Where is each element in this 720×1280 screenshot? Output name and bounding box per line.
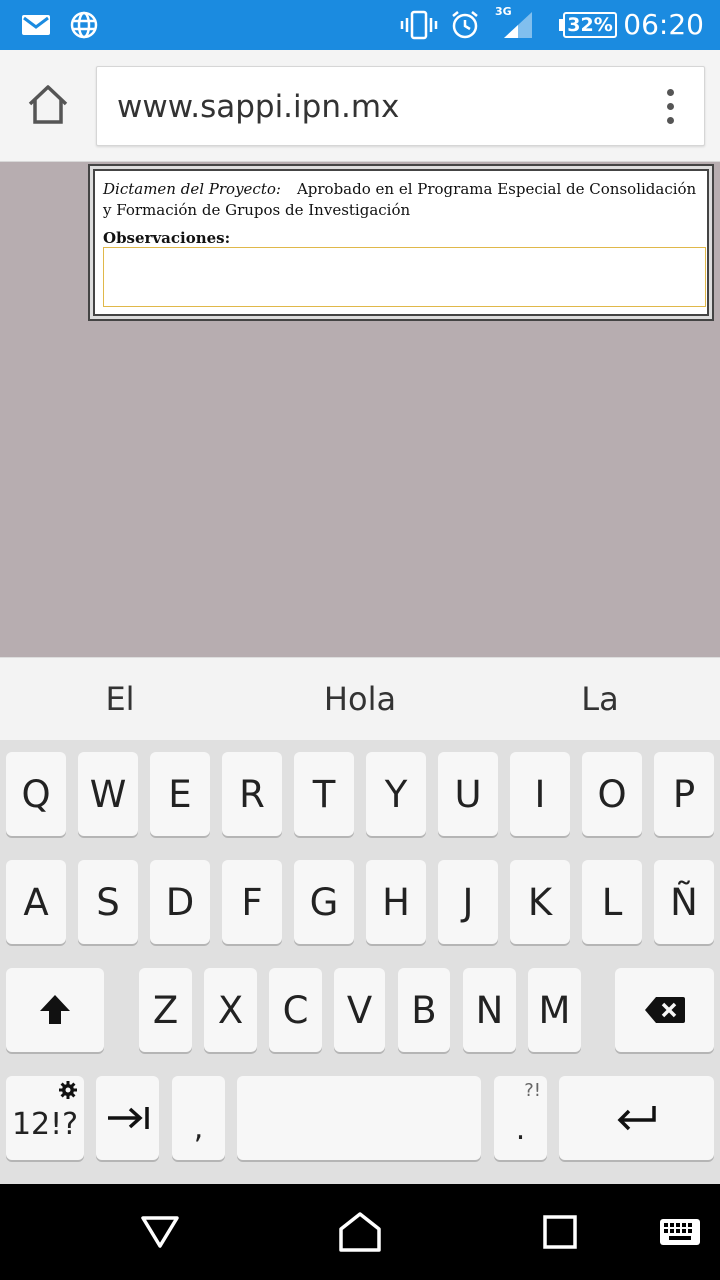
- back-icon: [141, 1216, 179, 1248]
- key-r[interactable]: R: [222, 752, 282, 836]
- battery-percent: 32%: [567, 14, 613, 36]
- dictamen-label: Dictamen del Proyecto:: [103, 180, 281, 198]
- key-k[interactable]: K: [510, 860, 570, 944]
- recents-icon: [543, 1215, 577, 1249]
- signal-icon: [502, 0, 534, 50]
- key-o[interactable]: O: [582, 752, 642, 836]
- key-x[interactable]: X: [204, 968, 257, 1052]
- key-q[interactable]: Q: [6, 752, 66, 836]
- key-g[interactable]: G: [294, 860, 354, 944]
- symbols-key-label: 12!?: [11, 1106, 79, 1142]
- key-u[interactable]: U: [438, 752, 498, 836]
- project-frame: Dictamen del Proyecto: Aprobado en el Pro…: [88, 164, 714, 321]
- back-button[interactable]: [120, 1184, 200, 1280]
- observaciones-label: Observaciones:: [103, 229, 231, 247]
- tab-icon: [107, 1107, 149, 1129]
- key-b[interactable]: B: [398, 968, 450, 1052]
- backspace-key[interactable]: [615, 968, 714, 1052]
- key-e[interactable]: E: [150, 752, 210, 836]
- key-t[interactable]: T: [294, 752, 354, 836]
- key-n[interactable]: N: [463, 968, 516, 1052]
- period-key[interactable]: . ?!: [494, 1076, 547, 1160]
- key-z[interactable]: Z: [139, 968, 192, 1052]
- enter-icon: [617, 1106, 656, 1131]
- period-key-label: .: [515, 1111, 526, 1147]
- navigation-bar: [0, 1184, 720, 1280]
- gmail-icon: [20, 0, 52, 50]
- suggestion-2[interactable]: Hola: [240, 658, 480, 741]
- keyboard-switch-icon: [660, 1219, 700, 1245]
- key-i[interactable]: I: [510, 752, 570, 836]
- key-j[interactable]: J: [438, 860, 498, 944]
- url-bar[interactable]: www.sappi.ipn.mx: [96, 66, 705, 146]
- url-text[interactable]: www.sappi.ipn.mx: [117, 67, 399, 147]
- key-v[interactable]: V: [334, 968, 385, 1052]
- soft-keyboard: Q W E R T Y U I O P A S D F G H J K L Ñ …: [0, 740, 720, 1184]
- key-c[interactable]: C: [269, 968, 322, 1052]
- key-d[interactable]: D: [150, 860, 210, 944]
- alarm-icon: [449, 0, 481, 50]
- symbols-key[interactable]: 12!?: [6, 1076, 84, 1160]
- suggestion-3[interactable]: La: [480, 658, 720, 741]
- vibrate-icon: [400, 0, 438, 50]
- keyboard-switch-button[interactable]: [650, 1184, 710, 1280]
- key-m[interactable]: M: [528, 968, 581, 1052]
- home-icon: [28, 85, 68, 124]
- globe-icon: [68, 0, 100, 50]
- key-l[interactable]: L: [582, 860, 642, 944]
- status-bar: 3G 32% 06:20: [0, 0, 720, 50]
- key-a[interactable]: A: [6, 860, 66, 944]
- browser-toolbar: www.sappi.ipn.mx: [0, 50, 720, 162]
- android-screen: 3G 32% 06:20 www.sappi.ipn.mx Dictamen d…: [0, 0, 720, 1280]
- clock: 06:20: [623, 8, 704, 41]
- home-icon: [339, 1212, 381, 1252]
- battery-icon: 32%: [563, 12, 617, 38]
- key-h[interactable]: H: [366, 860, 426, 944]
- key-s[interactable]: S: [78, 860, 138, 944]
- gear-icon: [59, 1081, 77, 1099]
- key-w[interactable]: W: [78, 752, 138, 836]
- space-key[interactable]: [237, 1076, 481, 1160]
- shift-key[interactable]: [6, 968, 104, 1052]
- project-panel: Dictamen del Proyecto: Aprobado en el Pro…: [93, 169, 709, 316]
- shift-icon: [40, 995, 70, 1024]
- key-n-tilde[interactable]: Ñ: [654, 860, 714, 944]
- key-f[interactable]: F: [222, 860, 282, 944]
- browser-home-button[interactable]: [22, 82, 74, 128]
- tab-key[interactable]: [96, 1076, 159, 1160]
- key-y[interactable]: Y: [366, 752, 426, 836]
- observaciones-textarea[interactable]: [103, 247, 706, 307]
- home-button[interactable]: [320, 1184, 400, 1280]
- suggestion-strip: El Hola La: [0, 657, 720, 740]
- comma-key[interactable]: ,: [172, 1076, 225, 1160]
- period-hint: ?!: [524, 1080, 541, 1101]
- web-content: Dictamen del Proyecto: Aprobado en el Pro…: [0, 162, 720, 657]
- suggestion-1[interactable]: El: [0, 658, 240, 741]
- dictamen-row: Dictamen del Proyecto: Aprobado en el Pro…: [103, 179, 699, 221]
- backspace-icon: [644, 997, 685, 1023]
- recents-button[interactable]: [520, 1184, 600, 1280]
- enter-key[interactable]: [559, 1076, 714, 1160]
- key-p[interactable]: P: [654, 752, 714, 836]
- overflow-menu-icon[interactable]: [662, 89, 678, 125]
